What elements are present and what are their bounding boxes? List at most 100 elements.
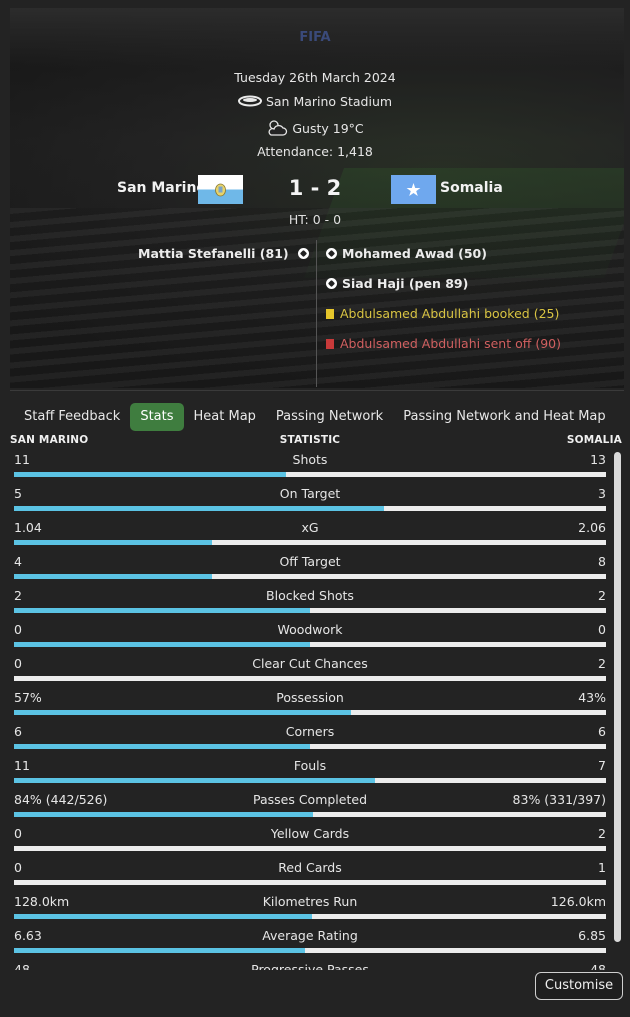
stat-row: 5 On Target 3 <box>14 486 606 520</box>
stat-bar-track <box>14 948 606 953</box>
stat-bar-track <box>14 710 606 715</box>
stats-table: 11 Shots 13 5 On Target 3 1.04 xG 2.06 4 Off Targe… <box>14 452 606 970</box>
stat-row: 1.04 xG 2.06 <box>14 520 606 554</box>
stat-bar-home-fill <box>14 608 310 613</box>
stat-row: 4 Off Target 8 <box>14 554 606 588</box>
stat-name: Yellow Cards <box>270 826 350 841</box>
stat-row: 84% (442/526) Passes Completed 83% (331/39… <box>14 792 606 826</box>
stat-bar-home-fill <box>14 506 384 511</box>
stat-name: Woodwork <box>277 622 343 637</box>
event-text[interactable]: Mohamed Awad (50) <box>342 246 487 261</box>
away-booking-event: Abdulsamed Abdullahi booked (25) <box>326 306 559 321</box>
stat-name: Fouls <box>293 758 327 773</box>
match-date: Tuesday 26th March 2024 <box>234 70 396 85</box>
away-stat-value: 7 <box>598 758 606 773</box>
tab-heat-map[interactable]: Heat Map <box>184 403 266 431</box>
stat-bar-track <box>14 812 606 817</box>
venue-name: San Marino Stadium <box>265 94 393 109</box>
event-text[interactable]: Mattia Stefanelli (81) <box>138 246 289 261</box>
stat-row: 0 Woodwork 0 <box>14 622 606 656</box>
red-card-icon <box>326 339 334 349</box>
tab-stats[interactable]: Stats <box>130 403 184 431</box>
stat-name: Corners <box>285 724 335 739</box>
stat-bar-track <box>14 506 606 511</box>
stat-row: 11 Shots 13 <box>14 452 606 486</box>
away-team-name[interactable]: Somalia <box>440 180 503 196</box>
half-time-score: HT: 0 - 0 <box>288 212 342 227</box>
stat-bar-track <box>14 744 606 749</box>
away-goal-event: Siad Haji (pen 89) <box>326 276 468 291</box>
away-stat-value: 6 <box>598 724 606 739</box>
stat-bar-track <box>14 608 606 613</box>
stat-name: xG <box>301 520 319 535</box>
stat-bar-track <box>14 642 606 647</box>
stat-bar-home-fill <box>14 710 351 715</box>
stands-image <box>10 208 624 388</box>
away-stat-value: 48 <box>590 962 606 970</box>
score: 1 - 2 <box>288 176 342 200</box>
tab-staff-feedback[interactable]: Staff Feedback <box>14 403 130 431</box>
competition-logo: FIFA <box>299 30 331 45</box>
away-stat-value: 43% <box>578 690 606 705</box>
statistic-column-header: STATISTIC <box>279 434 341 446</box>
away-column-header: SOMALIA <box>566 434 622 446</box>
stat-row: 0 Clear Cut Chances 2 <box>14 656 606 690</box>
stat-name: Blocked Shots <box>266 588 354 603</box>
attendance: Attendance: 1,418 <box>257 144 373 159</box>
stat-row: 48 Progressive Passes 48 <box>14 962 606 970</box>
stat-bar-home-fill <box>14 574 212 579</box>
stat-name: Kilometres Run <box>262 894 358 909</box>
stat-bar-home-fill <box>14 744 310 749</box>
event-text[interactable]: Siad Haji (pen 89) <box>342 276 468 291</box>
stat-name: On Target <box>279 486 341 501</box>
stat-bar-track <box>14 880 606 885</box>
stat-bar-track <box>14 914 606 919</box>
stat-row: 6.63 Average Rating 6.85 <box>14 928 606 962</box>
match-tabs: Staff Feedback Stats Heat Map Passing Ne… <box>14 403 616 431</box>
stadium-icon <box>237 95 262 110</box>
stat-row: 2 Blocked Shots 2 <box>14 588 606 622</box>
stat-row: 128.0km Kilometres Run 126.0km <box>14 894 606 928</box>
away-stat-value: 8 <box>598 554 606 569</box>
stat-bar-track <box>14 778 606 783</box>
somalia-flag-icon <box>391 175 436 204</box>
football-icon <box>326 278 337 289</box>
tab-passing-network[interactable]: Passing Network <box>266 403 393 431</box>
match-weather: Gusty 19°C <box>0 119 630 140</box>
event-text[interactable]: Abdulsamed Abdullahi sent off (90) <box>340 336 561 351</box>
tab-passing-network-heat-map[interactable]: Passing Network and Heat Map <box>393 403 615 431</box>
stat-name: Progressive Passes <box>251 962 369 970</box>
home-goal-event: Mattia Stefanelli (81) <box>138 246 309 261</box>
stat-bar-home-fill <box>14 472 286 477</box>
stats-scrollbar[interactable] <box>614 452 621 942</box>
stat-bar-track <box>14 540 606 545</box>
stat-bar-home-fill <box>14 642 310 647</box>
stat-row: 57% Possession 43% <box>14 690 606 724</box>
stat-bar-track <box>14 846 606 851</box>
stat-bar-track <box>14 472 606 477</box>
away-sending-off-event: Abdulsamed Abdullahi sent off (90) <box>326 336 561 351</box>
away-stat-value: 83% (331/397) <box>512 792 606 807</box>
stat-bar-track <box>14 574 606 579</box>
away-stat-value: 126.0km <box>550 894 606 909</box>
event-text[interactable]: Abdulsamed Abdullahi booked (25) <box>340 306 559 321</box>
cloud-sun-icon <box>266 119 288 140</box>
stat-bar-home-fill <box>14 948 305 953</box>
stat-name: Red Cards <box>278 860 342 875</box>
stat-bar-home-fill <box>14 812 313 817</box>
events-divider <box>316 240 317 387</box>
yellow-card-icon <box>326 309 334 319</box>
stat-row: 6 Corners 6 <box>14 724 606 758</box>
away-stat-value: 2 <box>598 826 606 841</box>
customise-button[interactable]: Customise <box>535 972 623 1000</box>
stat-row: 0 Yellow Cards 2 <box>14 826 606 860</box>
section-divider <box>10 390 624 391</box>
away-stat-value: 0 <box>598 622 606 637</box>
stat-name: Off Target <box>279 554 341 569</box>
football-icon <box>298 248 309 259</box>
football-icon <box>326 248 337 259</box>
away-stat-value: 13 <box>590 452 606 467</box>
weather-text: Gusty 19°C <box>292 121 364 136</box>
away-goal-event: Mohamed Awad (50) <box>326 246 487 261</box>
stat-bar-home-fill <box>14 778 375 783</box>
